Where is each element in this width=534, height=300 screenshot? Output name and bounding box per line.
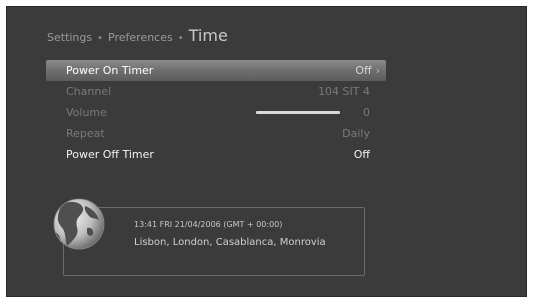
current-time-text: 13:41 FRI 21/04/2006 (GMT + 00:00) xyxy=(134,220,283,229)
timezone-cities-text: Lisbon, London, Casablanca, Monrovia xyxy=(134,237,326,248)
page-title: Time xyxy=(188,26,228,45)
menu-item-value: Off xyxy=(353,148,370,161)
menu-item-value: Daily xyxy=(342,127,370,140)
menu-item-label: Power Off Timer xyxy=(66,148,154,161)
breadcrumb: Settings • Preferences • Time xyxy=(47,26,228,50)
menu-item-value: 0 xyxy=(363,106,370,119)
breadcrumb-separator: • xyxy=(97,33,104,44)
menu-item-label: Repeat xyxy=(66,127,105,140)
settings-menu: Power On Timer Off › Channel 104 SIT 4 Vo… xyxy=(46,60,386,165)
menu-item-value: 104 SIT 4 xyxy=(318,85,370,98)
menu-item-power-on-timer[interactable]: Power On Timer Off › xyxy=(46,60,386,81)
breadcrumb-item-preferences[interactable]: Preferences xyxy=(108,31,173,44)
menu-item-repeat: Repeat Daily xyxy=(46,123,386,144)
chevron-right-icon: › xyxy=(375,64,380,77)
volume-slider xyxy=(256,111,340,114)
menu-item-volume: Volume 0 xyxy=(46,102,386,123)
breadcrumb-separator: • xyxy=(177,33,184,44)
tv-screen: Settings • Preferences • Time Power On T… xyxy=(6,6,527,297)
menu-item-value: Off › xyxy=(355,64,380,77)
menu-item-label: Channel xyxy=(66,85,112,98)
breadcrumb-item-settings[interactable]: Settings xyxy=(47,31,92,44)
menu-item-label: Volume xyxy=(66,106,107,119)
menu-item-channel: Channel 104 SIT 4 xyxy=(46,81,386,102)
menu-item-power-off-timer[interactable]: Power Off Timer Off xyxy=(46,144,386,165)
globe-icon xyxy=(53,198,105,250)
menu-item-label: Power On Timer xyxy=(66,64,154,77)
